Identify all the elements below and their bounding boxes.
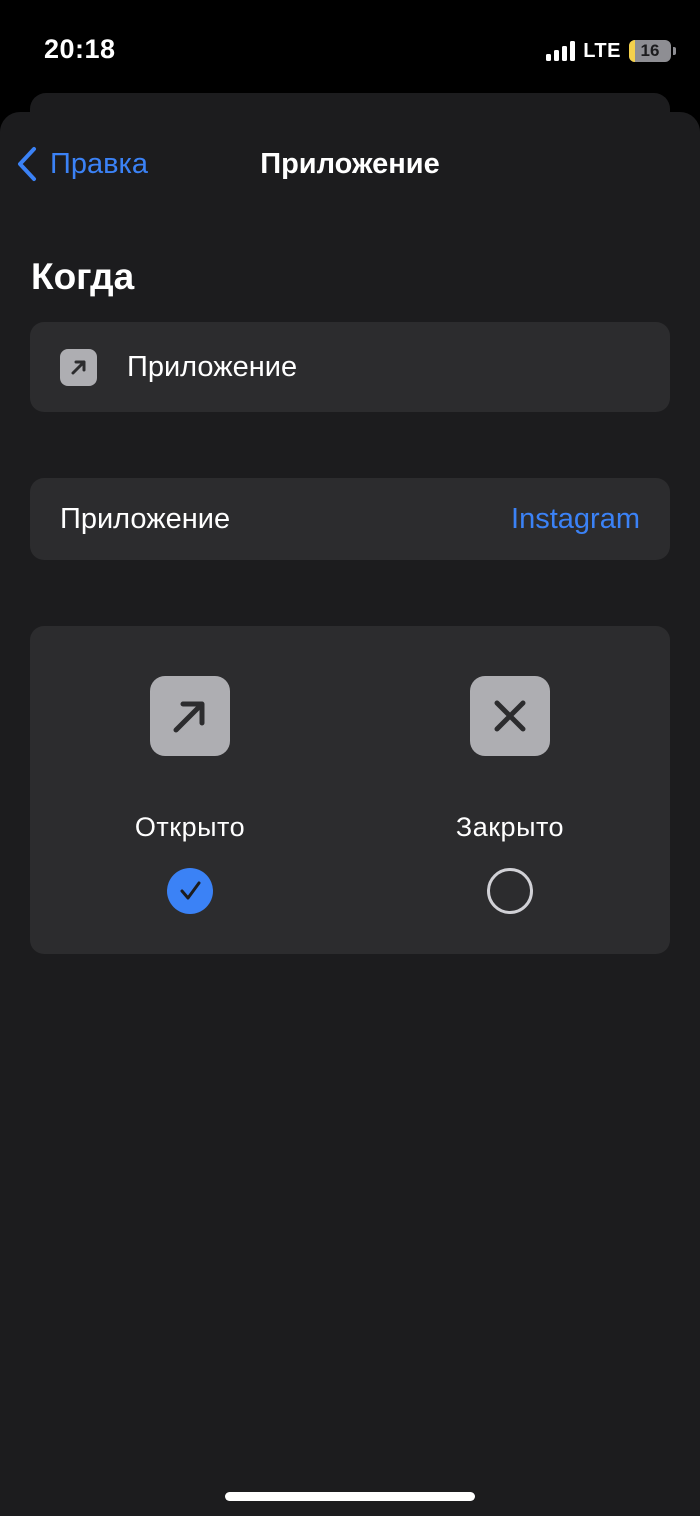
empty-radio-icon[interactable] (487, 868, 533, 914)
battery-level-fill (629, 40, 635, 62)
arrow-up-right-icon (60, 348, 97, 386)
screen: 20:18 LTE 16 Правка Приложение Когда При… (0, 0, 700, 1516)
app-row-value[interactable]: Instagram (511, 503, 640, 536)
battery-level: 16 (640, 41, 660, 60)
cellular-signal-icon (546, 41, 576, 61)
checkmark-radio-icon[interactable] (167, 868, 213, 914)
section-title: Когда (31, 256, 135, 297)
state-option-label: Открыто (134, 812, 246, 842)
state-selector-card: Открыто Закрыто (30, 626, 670, 954)
status-bar: 20:18 LTE 16 (0, 0, 700, 92)
battery-cap (673, 47, 676, 55)
nav-title: Приложение (260, 148, 440, 180)
status-time: 20:18 (44, 34, 116, 64)
trigger-card: Приложение (30, 322, 670, 412)
battery-icon: 16 (629, 40, 671, 62)
app-selector-row[interactable]: Приложение Instagram (30, 478, 670, 560)
status-indicators: LTE 16 (546, 38, 676, 64)
arrow-up-right-icon (150, 676, 230, 756)
network-type: LTE (583, 39, 621, 62)
home-indicator[interactable] (225, 1492, 475, 1501)
state-option-closed[interactable]: Закрыто (350, 626, 670, 954)
app-row-label: Приложение (60, 502, 231, 535)
automation-sheet: Правка Приложение Когда Приложение Прило… (0, 112, 700, 1516)
state-option-label: Закрыто (455, 812, 565, 842)
xmark-icon (470, 676, 550, 756)
trigger-label: Приложение (127, 350, 298, 383)
state-option-opened[interactable]: Открыто (30, 626, 350, 954)
